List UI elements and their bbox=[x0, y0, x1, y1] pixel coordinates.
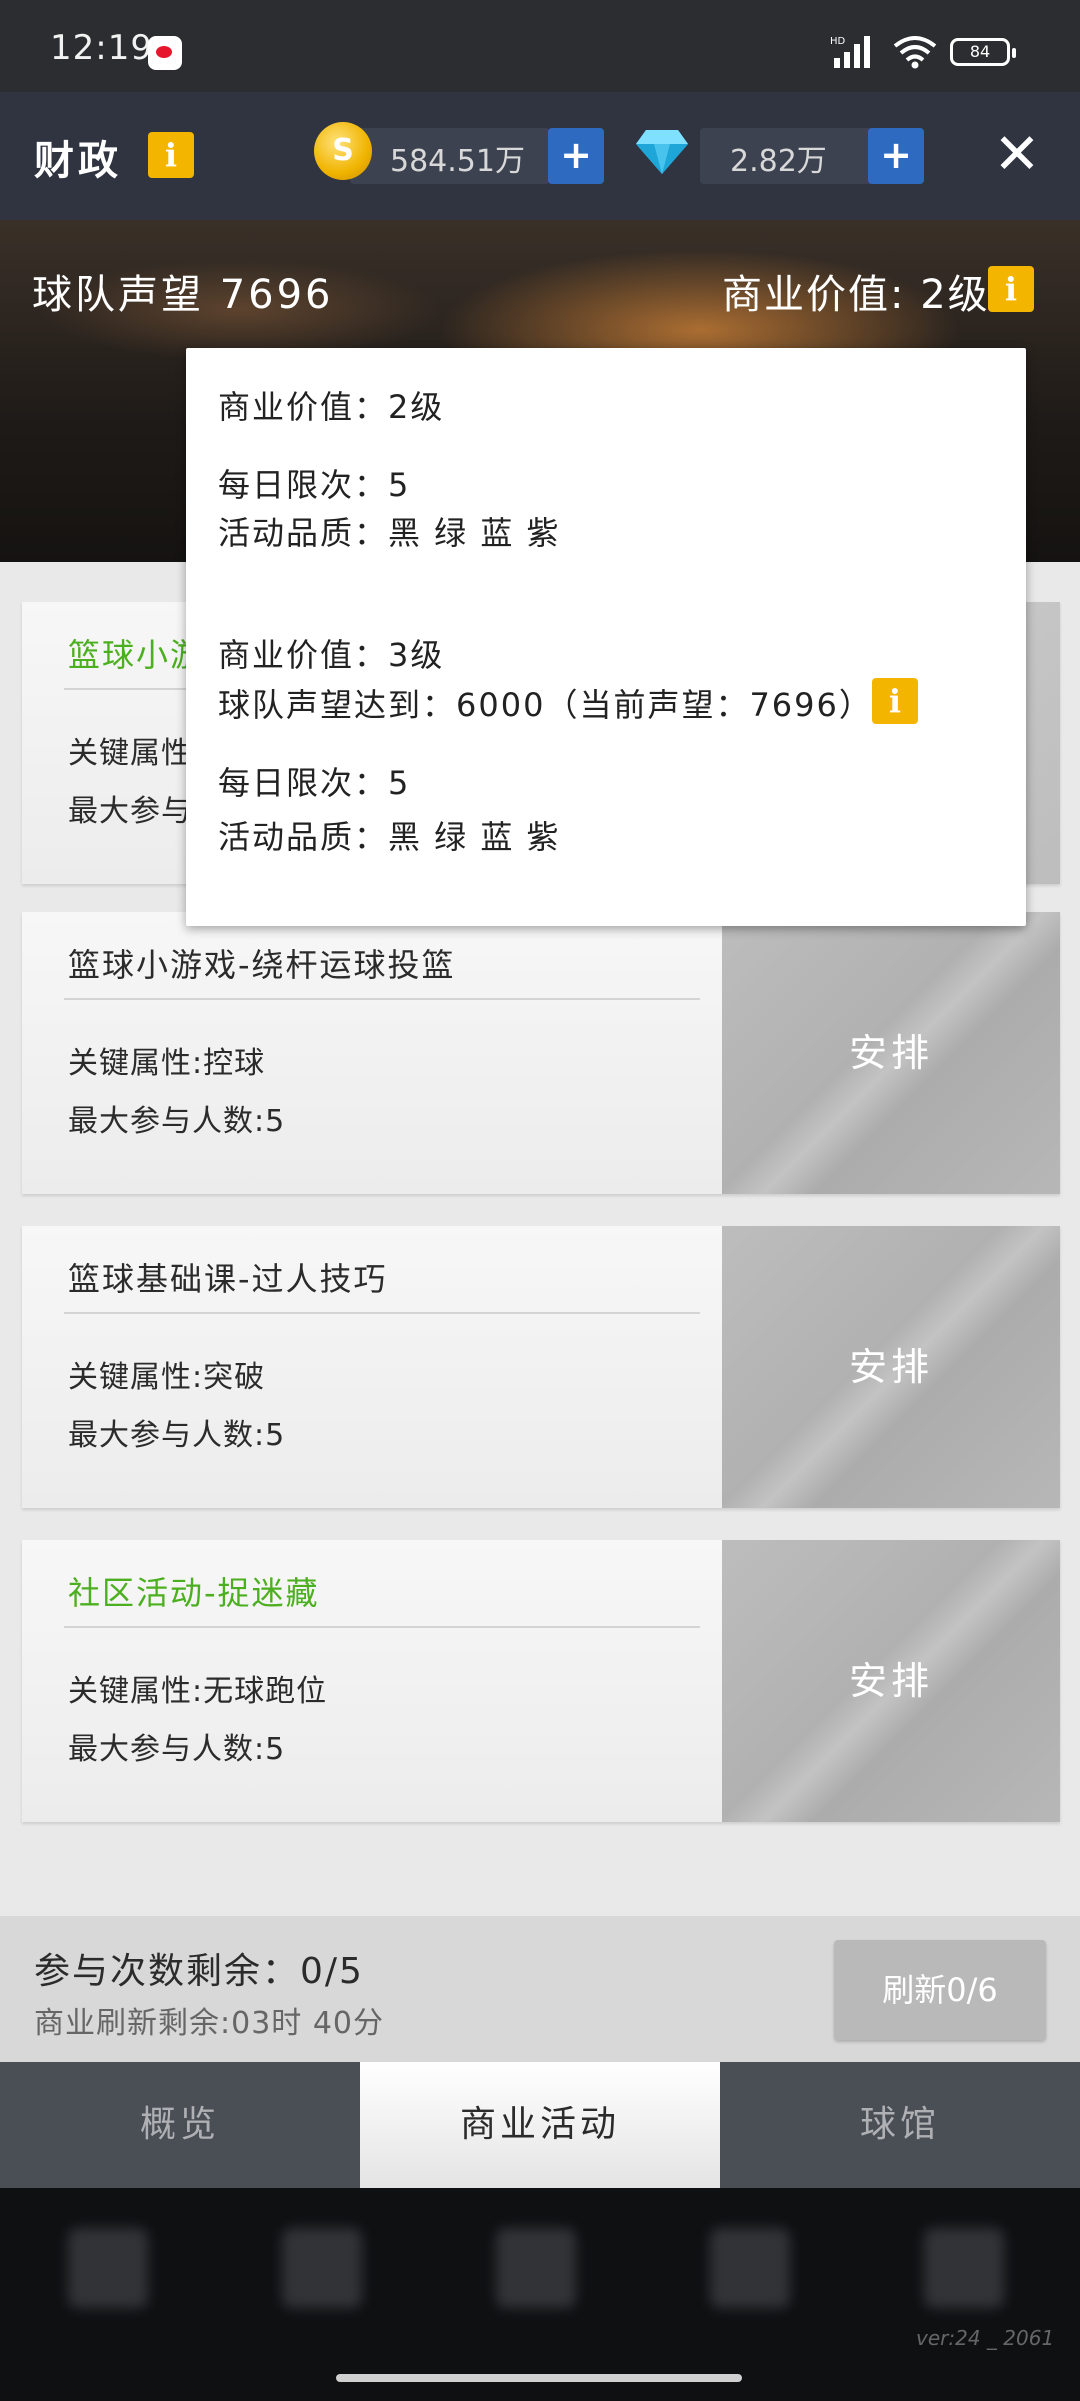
refresh-button[interactable]: 刷新0/6 bbox=[834, 1940, 1046, 2040]
wifi-icon bbox=[893, 36, 937, 69]
weibo-notification-icon bbox=[148, 36, 182, 70]
activity-title: 篮球小游 bbox=[68, 636, 205, 674]
nav-icon bbox=[924, 2228, 1004, 2308]
activity-title: 篮球基础课-过人技巧 bbox=[68, 1260, 388, 1298]
card-divider bbox=[64, 1626, 700, 1628]
current-commercial-level: 商业价值：2级 bbox=[218, 388, 445, 426]
coin-balance: 584.51万 bbox=[390, 144, 525, 179]
status-time: 12:19 bbox=[50, 28, 153, 68]
hd-label: HD bbox=[830, 36, 846, 47]
activity-card: 篮球基础课-过人技巧 关键属性:突破 最大参与人数:5 安排 bbox=[22, 1226, 1060, 1508]
remaining-participations: 参与次数剩余：0/5 bbox=[34, 1951, 364, 1992]
nav-icon bbox=[710, 2228, 790, 2308]
status-bar: 12:19 HD 84 bbox=[0, 0, 1080, 92]
activity-attribute: 关键属性:突破 bbox=[68, 1360, 266, 1395]
next-activity-quality: 活动品质：黑 绿 蓝 紫 bbox=[218, 818, 561, 856]
activity-max-participants: 最大参与 bbox=[68, 794, 192, 829]
current-daily-limit: 每日限次：5 bbox=[218, 466, 411, 504]
reputation-info-icon[interactable]: i bbox=[872, 678, 918, 724]
tab-business-activities[interactable]: 商业活动 bbox=[360, 2062, 720, 2188]
coin-icon: S bbox=[314, 122, 372, 180]
bottom-navigation-blurred bbox=[0, 2188, 1080, 2401]
arrange-button[interactable]: 安排 bbox=[722, 1540, 1060, 1822]
refresh-countdown: 商业刷新剩余:03时 40分 bbox=[34, 2006, 384, 2041]
next-level-requirement: 球队声望达到：6000（当前声望：7696） bbox=[218, 686, 873, 724]
add-gems-button[interactable]: + bbox=[868, 128, 924, 184]
current-activity-quality: 活动品质：黑 绿 蓝 紫 bbox=[218, 514, 561, 552]
nav-icon bbox=[282, 2228, 362, 2308]
commercial-value-tooltip: 商业价值：2级 每日限次：5 活动品质：黑 绿 蓝 紫 商业价值：3级 球队声望… bbox=[186, 348, 1026, 926]
diamond-icon bbox=[636, 130, 688, 174]
add-coins-button[interactable]: + bbox=[548, 128, 604, 184]
tab-overview[interactable]: 概览 bbox=[0, 2062, 360, 2188]
activity-attribute: 关键属性:控球 bbox=[68, 1046, 266, 1081]
close-button[interactable]: ✕ bbox=[990, 127, 1044, 184]
card-divider bbox=[64, 1312, 700, 1314]
page-title: 财政 bbox=[34, 138, 122, 184]
activity-attribute: 关键属性 bbox=[68, 736, 192, 771]
activity-title: 社区活动-捉迷藏 bbox=[68, 1574, 320, 1612]
commercial-info-icon[interactable]: i bbox=[988, 266, 1034, 312]
card-divider bbox=[64, 998, 700, 1000]
commercial-value-level: 商业价值: 2级 bbox=[722, 272, 990, 318]
team-reputation: 球队声望 7696 bbox=[32, 272, 334, 318]
version-label: ver:24 _ 2061 bbox=[916, 2326, 1055, 2350]
next-daily-limit: 每日限次：5 bbox=[218, 764, 411, 802]
nav-icon bbox=[496, 2228, 576, 2308]
activity-title: 篮球小游戏-绕杆运球投篮 bbox=[68, 946, 456, 984]
activity-card: 社区活动-捉迷藏 关键属性:无球跑位 最大参与人数:5 安排 bbox=[22, 1540, 1060, 1822]
arrange-button[interactable]: 安排 bbox=[722, 912, 1060, 1194]
activity-max-participants: 最大参与人数:5 bbox=[68, 1418, 286, 1453]
cellular-signal-icon: HD bbox=[830, 36, 870, 68]
tab-bar: 概览 商业活动 球馆 bbox=[0, 2062, 1080, 2188]
next-commercial-level: 商业价值：3级 bbox=[218, 636, 445, 674]
gem-balance: 2.82万 bbox=[730, 144, 827, 179]
finance-header: 财政 i S 584.51万 + 2.82万 + ✕ bbox=[0, 92, 1080, 220]
activity-max-participants: 最大参与人数:5 bbox=[68, 1732, 286, 1767]
tab-arena[interactable]: 球馆 bbox=[720, 2062, 1080, 2188]
activity-attribute: 关键属性:无球跑位 bbox=[68, 1674, 328, 1709]
battery-icon: 84 bbox=[950, 38, 1016, 66]
home-indicator[interactable] bbox=[336, 2374, 742, 2382]
arrange-button[interactable]: 安排 bbox=[722, 1226, 1060, 1508]
activity-card: 篮球小游戏-绕杆运球投篮 关键属性:控球 最大参与人数:5 安排 bbox=[22, 912, 1060, 1194]
activity-max-participants: 最大参与人数:5 bbox=[68, 1104, 286, 1139]
info-icon[interactable]: i bbox=[148, 132, 194, 178]
nav-icon bbox=[68, 2228, 148, 2308]
participation-status-panel: 参与次数剩余：0/5 商业刷新剩余:03时 40分 刷新0/6 bbox=[0, 1916, 1080, 2062]
